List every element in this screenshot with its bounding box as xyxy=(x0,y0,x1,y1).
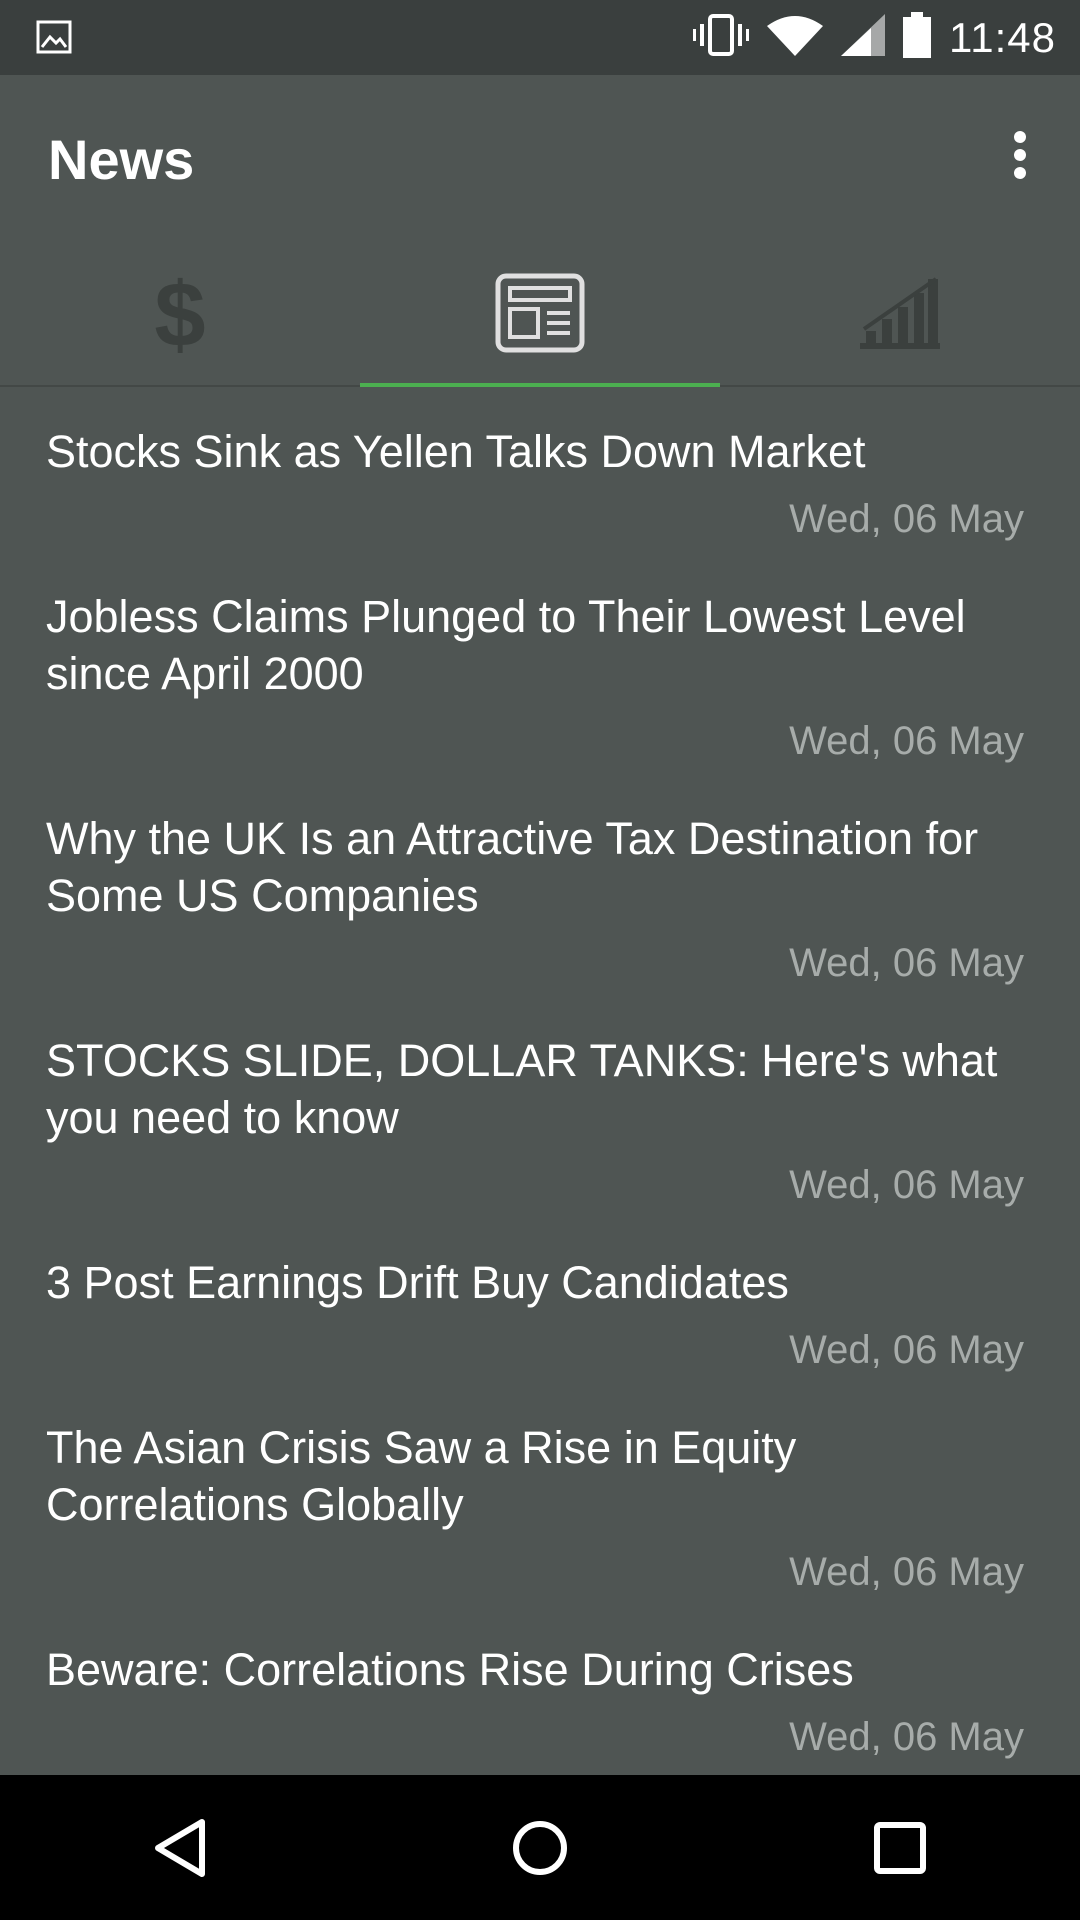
home-icon[interactable] xyxy=(480,1788,600,1908)
news-item[interactable]: 3 Post Earnings Drift Buy Candidates Wed… xyxy=(0,1218,1080,1383)
dollar-icon: $ xyxy=(150,264,210,366)
news-title: Beware: Correlations Rise During Crises xyxy=(46,1644,854,1695)
bar-chart-icon xyxy=(860,275,940,356)
page-title: News xyxy=(48,128,195,191)
recents-icon[interactable] xyxy=(840,1788,960,1908)
more-vert-icon[interactable] xyxy=(1000,125,1040,185)
vibrate-icon xyxy=(693,13,749,62)
signal-icon xyxy=(841,14,885,61)
news-title: The Asian Crisis Saw a Rise in Equity Co… xyxy=(46,1422,797,1530)
battery-icon xyxy=(903,12,931,63)
news-item[interactable]: Why the UK Is an Attractive Tax Destinat… xyxy=(0,774,1080,996)
news-item[interactable]: Stocks Sink as Yellen Talks Down Market … xyxy=(0,387,1080,552)
system-nav-bar xyxy=(0,1775,1080,1920)
news-date: Wed, 06 May xyxy=(789,497,1024,541)
news-date: Wed, 06 May xyxy=(789,1550,1024,1594)
app-bar: News xyxy=(0,75,1080,245)
news-date: Wed, 06 May xyxy=(789,719,1024,763)
image-icon xyxy=(36,20,72,54)
status-bar: 11:48 xyxy=(0,0,1080,75)
status-time: 11:48 xyxy=(949,13,1056,61)
dot xyxy=(1014,167,1026,179)
news-title: STOCKS SLIDE, DOLLAR TANKS: Here's what … xyxy=(46,1035,998,1143)
news-item[interactable]: Jobless Claims Plunged to Their Lowest L… xyxy=(0,552,1080,774)
svg-text:$: $ xyxy=(154,268,205,358)
wifi-icon xyxy=(767,14,823,61)
news-date: Wed, 06 May xyxy=(789,1163,1024,1207)
news-item[interactable]: Beware: Correlations Rise During Crises … xyxy=(0,1605,1080,1770)
news-date: Wed, 06 May xyxy=(789,1715,1024,1759)
news-title: Jobless Claims Plunged to Their Lowest L… xyxy=(46,591,966,699)
back-icon[interactable] xyxy=(120,1788,240,1908)
news-title: Why the UK Is an Attractive Tax Destinat… xyxy=(46,813,979,921)
dot xyxy=(1014,149,1026,161)
tab-news[interactable] xyxy=(360,245,720,387)
dot xyxy=(1014,131,1026,143)
news-title: 3 Post Earnings Drift Buy Candidates xyxy=(46,1257,789,1308)
news-date: Wed, 06 May xyxy=(789,1328,1024,1372)
news-item[interactable]: STOCKS SLIDE, DOLLAR TANKS: Here's what … xyxy=(0,996,1080,1218)
tab-charts[interactable] xyxy=(720,245,1080,385)
news-item[interactable]: The Asian Crisis Saw a Rise in Equity Co… xyxy=(0,1383,1080,1605)
tab-currency[interactable]: $ xyxy=(0,245,360,385)
news-date: Wed, 06 May xyxy=(789,941,1024,985)
news-title: Stocks Sink as Yellen Talks Down Market xyxy=(46,426,866,477)
news-list: Stocks Sink as Yellen Talks Down Market … xyxy=(0,387,1080,1775)
newspaper-icon xyxy=(495,273,585,358)
tab-bar: $ xyxy=(0,245,1080,387)
